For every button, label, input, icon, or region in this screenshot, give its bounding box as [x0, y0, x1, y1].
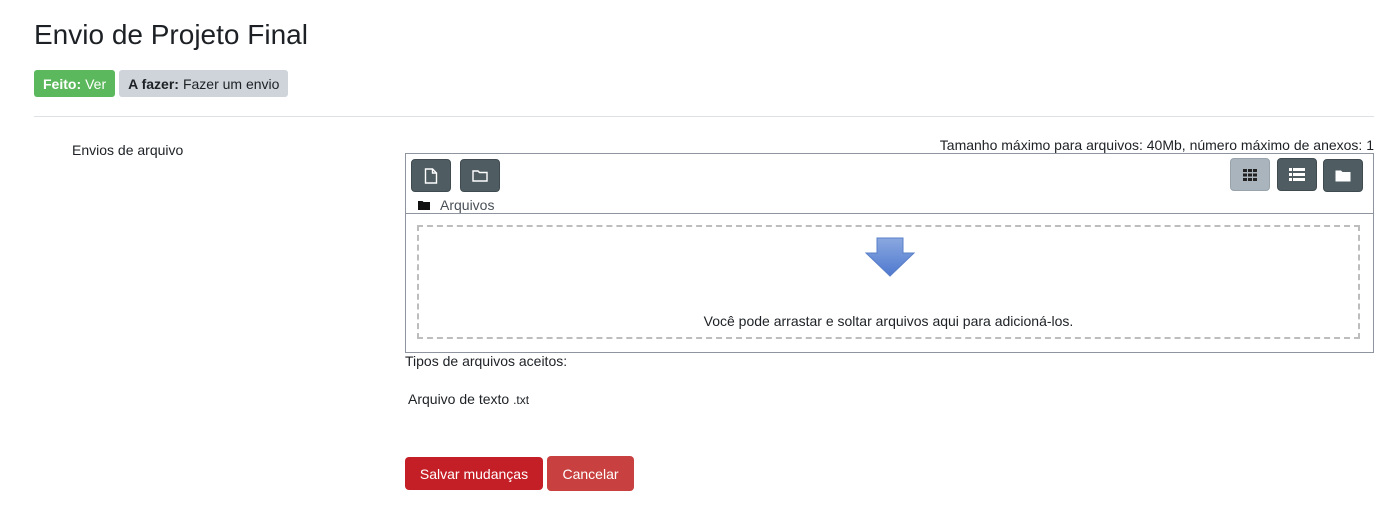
page-title: Envio de Projeto Final	[34, 19, 308, 50]
done-badge-label: Feito:	[43, 75, 82, 92]
down-arrow-icon	[865, 237, 915, 277]
toolbar-divider	[406, 213, 1373, 214]
save-changes-button[interactable]: Salvar mudanças	[405, 457, 543, 490]
file-icon	[424, 167, 438, 184]
done-badge-value: Ver	[85, 75, 107, 92]
accepted-type-item: Arquivo de texto .txt	[408, 391, 529, 407]
todo-badge-value: Fazer um envio	[182, 75, 280, 92]
accepted-type-name: Arquivo de texto	[408, 391, 510, 407]
drop-zone[interactable]: Você pode arrastar e soltar arquivos aqu…	[417, 225, 1360, 339]
file-manager: Arquivos Você pode arrastar e soltar arq…	[405, 153, 1374, 353]
divider	[34, 116, 1374, 117]
view-tree-button[interactable]	[1323, 159, 1363, 192]
folder-icon	[472, 170, 488, 182]
add-file-button[interactable]	[411, 159, 451, 192]
accepted-type-extension: .txt	[513, 393, 530, 407]
view-icons-button[interactable]	[1230, 158, 1270, 191]
breadcrumb: Arquivos	[418, 197, 494, 213]
cancel-button[interactable]: Cancelar	[547, 456, 634, 491]
breadcrumb-files[interactable]: Arquivos	[440, 197, 494, 213]
accepted-types-label: Tipos de arquivos aceitos:	[405, 353, 568, 369]
todo-badge-label: A fazer:	[128, 75, 179, 92]
completion-badges: Feito: Ver A fazer: Fazer um envio	[34, 70, 289, 97]
drop-zone-text: Você pode arrastar e soltar arquivos aqu…	[703, 313, 1074, 329]
file-manager-toolbar: Arquivos	[406, 154, 1373, 214]
done-badge: Feito: Ver	[34, 70, 116, 97]
grid-icon	[1243, 168, 1257, 181]
list-icon	[1289, 168, 1305, 181]
folder-icon	[418, 201, 430, 210]
create-folder-button[interactable]	[460, 159, 500, 192]
upload-limits: Tamanho máximo para arquivos: 40Mb, núme…	[939, 137, 1374, 153]
folder-icon	[1335, 170, 1351, 182]
file-submissions-label: Envios de arquivo	[72, 142, 184, 158]
todo-badge: A fazer: Fazer um envio	[119, 70, 289, 97]
view-list-button[interactable]	[1277, 158, 1317, 191]
